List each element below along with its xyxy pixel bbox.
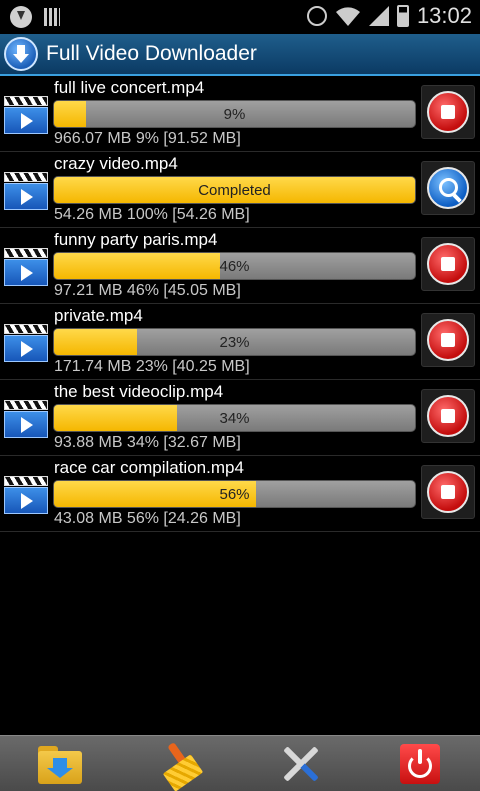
download-item[interactable]: crazy video.mp4 Completed 54.26 MB 100% … — [0, 152, 480, 228]
download-item[interactable]: private.mp4 23% 171.74 MB 23% [40.25 MB] — [0, 304, 480, 380]
video-file-icon — [4, 400, 48, 438]
download-arrow-icon[interactable] — [4, 37, 38, 71]
stop-icon[interactable] — [427, 91, 469, 133]
size-info: 54.26 MB 100% [54.26 MB] — [54, 206, 250, 223]
stop-icon[interactable] — [427, 471, 469, 513]
video-file-icon — [4, 248, 48, 286]
video-file-icon — [4, 476, 48, 514]
download-notification-icon — [10, 6, 32, 28]
bars-notification-icon — [44, 8, 60, 26]
progress-bar: 34% — [53, 404, 416, 432]
search-button[interactable] — [421, 161, 475, 215]
broom-clean-icon[interactable] — [158, 742, 204, 791]
stop-button[interactable] — [421, 237, 475, 291]
progress-label: 34% — [219, 410, 250, 427]
alarm-icon — [306, 6, 327, 26]
stop-icon[interactable] — [427, 243, 469, 285]
wifi-icon — [335, 7, 360, 26]
progress-label: 46% — [219, 258, 250, 275]
tools-settings-icon[interactable] — [278, 742, 324, 786]
file-name: private.mp4 — [54, 306, 143, 325]
video-file-icon — [4, 324, 48, 362]
stop-button[interactable] — [421, 313, 475, 367]
status-time: 13:02 — [416, 3, 472, 28]
file-name: full live concert.mp4 — [54, 78, 205, 97]
progress-bar: 9% — [53, 100, 416, 128]
progress-label: 9% — [223, 106, 246, 123]
size-info: 93.88 MB 34% [32.67 MB] — [54, 434, 241, 451]
download-list: full live concert.mp4 9% 966.07 MB 9% [9… — [0, 76, 480, 532]
download-item[interactable]: full live concert.mp4 9% 966.07 MB 9% [9… — [0, 76, 480, 152]
size-info: 171.74 MB 23% [40.25 MB] — [54, 358, 250, 375]
search-icon[interactable] — [427, 167, 469, 209]
stop-button[interactable] — [421, 85, 475, 139]
file-name: funny party paris.mp4 — [54, 230, 218, 249]
action-bar: Full Video Downloader — [0, 34, 480, 76]
stop-icon[interactable] — [427, 319, 469, 361]
file-name: race car compilation.mp4 — [54, 458, 244, 477]
size-info: 43.08 MB 56% [24.26 MB] — [54, 510, 241, 527]
signal-icon — [368, 6, 389, 26]
video-file-icon — [4, 172, 48, 210]
stop-button[interactable] — [421, 389, 475, 443]
progress-bar: 56% — [53, 480, 416, 508]
size-info: 966.07 MB 9% [91.52 MB] — [54, 130, 241, 147]
progress-label: 56% — [219, 486, 250, 503]
stop-icon[interactable] — [427, 395, 469, 437]
status-bar: 13:02 — [0, 0, 480, 34]
folder-download-icon[interactable] — [38, 742, 84, 786]
size-info: 97.21 MB 46% [45.05 MB] — [54, 282, 241, 299]
app-title: Full Video Downloader — [46, 42, 257, 65]
download-item[interactable]: the best videoclip.mp4 34% 93.88 MB 34% … — [0, 380, 480, 456]
power-exit-icon[interactable] — [398, 742, 444, 786]
download-item[interactable]: race car compilation.mp4 56% 43.08 MB 56… — [0, 456, 480, 532]
battery-icon — [396, 5, 409, 27]
bottom-toolbar — [0, 735, 480, 791]
progress-bar: 23% — [53, 328, 416, 356]
download-item[interactable]: funny party paris.mp4 46% 97.21 MB 46% [… — [0, 228, 480, 304]
video-file-icon — [4, 96, 48, 134]
progress-label: 23% — [219, 334, 250, 351]
file-name: the best videoclip.mp4 — [54, 382, 224, 401]
progress-bar: 46% — [53, 252, 416, 280]
progress-bar: Completed — [53, 176, 416, 204]
file-name: crazy video.mp4 — [54, 154, 178, 173]
stop-button[interactable] — [421, 465, 475, 519]
progress-label: Completed — [198, 182, 271, 199]
